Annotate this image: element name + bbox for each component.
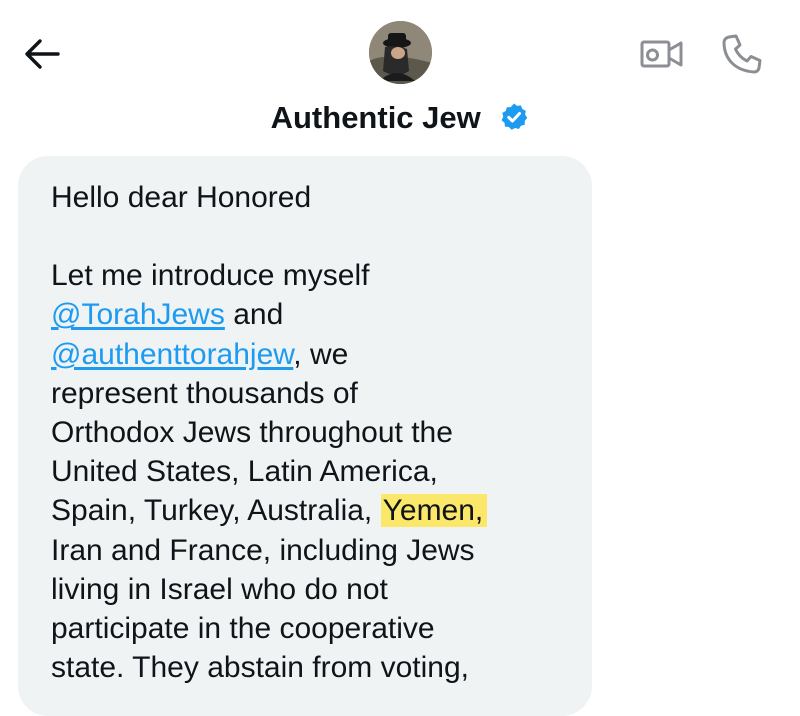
us-line: United States, Latin America, [51, 455, 438, 489]
represent-line: represent thousands of [51, 376, 358, 410]
message-text: Hello dear Honored Let me introduce myse… [51, 178, 571, 687]
verified-badge-icon [501, 103, 528, 130]
video-camera-icon [640, 40, 683, 68]
state-line: state. They abstain from voting, [51, 651, 469, 685]
video-call-button[interactable] [640, 36, 684, 72]
orthodox-line: Orthodox Jews throughout the [51, 416, 453, 450]
back-button[interactable] [22, 36, 62, 72]
living-line: living in Israel who do not [51, 572, 388, 606]
iran-line: Iran and France, including Jews [51, 533, 475, 567]
mention-link-torahjews[interactable]: @TorahJews [51, 298, 225, 331]
text-we: , we [293, 337, 349, 371]
display-name: Authentic Jew [270, 99, 481, 135]
arrow-left-icon [25, 39, 60, 69]
spain-line: Spain, Turkey, Australia, Yemen, [51, 491, 571, 530]
profile-photo [369, 21, 432, 84]
mention-line-2: @authenttorahjew, we [51, 335, 571, 374]
avatar[interactable] [369, 21, 432, 84]
text-and: and [224, 298, 284, 332]
highlighted-yemen: Yemen, [380, 494, 488, 528]
intro-line: Let me introduce myself [51, 259, 370, 293]
conversation-header: Authentic Jew [0, 0, 800, 160]
mention-link-authenttorahjew[interactable]: @authenttorahjew [51, 338, 293, 371]
greeting-line: Hello dear Honored [51, 181, 312, 214]
phone-icon [722, 34, 762, 74]
message-bubble[interactable]: Hello dear Honored Let me introduce myse… [18, 156, 592, 716]
mention-line-1: @TorahJews and [51, 295, 571, 334]
conversation-title[interactable]: Authentic Jew [0, 98, 800, 136]
participate-line: participate in the cooperative [51, 612, 435, 646]
voice-call-button[interactable] [720, 32, 764, 76]
spain-text: Spain, Turkey, Australia, [51, 494, 373, 528]
